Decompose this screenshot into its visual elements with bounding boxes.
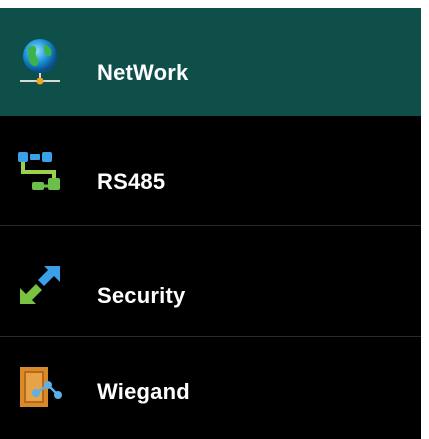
menu-item-label: Security [97, 283, 186, 308]
rs485-connector-icon [14, 146, 66, 198]
menu-item-security[interactable]: Security [0, 226, 421, 337]
security-arrows-icon [14, 260, 66, 312]
menu-item-rs485[interactable]: RS485 [0, 116, 421, 226]
menu-item-label: Wiegand [97, 379, 190, 404]
menu-item-network[interactable]: NetWork [0, 8, 421, 116]
menu-item-label: RS485 [97, 169, 166, 194]
menu-item-wiegand[interactable]: Wiegand [0, 337, 421, 439]
globe-network-icon [14, 36, 66, 88]
wiegand-door-icon [14, 363, 66, 415]
settings-menu: NetWork RS485 Security Wiegand [0, 8, 421, 439]
menu-item-label: NetWork [97, 60, 189, 85]
